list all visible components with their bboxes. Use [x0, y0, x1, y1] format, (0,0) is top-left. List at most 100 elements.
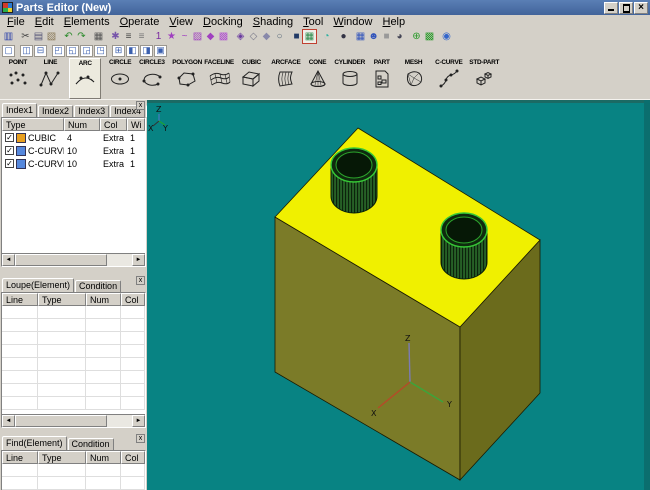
copy-icon[interactable]: ▤ [32, 30, 45, 43]
table-row[interactable]: ✓CUBIC4Extra1 [2, 131, 145, 144]
shield-d-icon[interactable]: ○ [273, 30, 286, 43]
tab-find-element-[interactable]: Find(Element) [2, 436, 67, 450]
shield-b-icon[interactable]: ◇ [247, 30, 260, 43]
column-header-num[interactable]: Num [86, 293, 121, 306]
scene-svg[interactable]: Z Y X Z X Y [147, 100, 650, 490]
tool-circle3-button[interactable]: CIRCLE3 [136, 58, 168, 99]
tool-line-button[interactable]: LINE [34, 58, 66, 99]
scrollbar-track[interactable] [107, 254, 132, 266]
table-row[interactable]: ✓C-CURVE10Extra1 [2, 144, 145, 157]
tool-cone-button[interactable]: CONE [302, 58, 334, 99]
shade-sphere-icon[interactable]: ● [337, 30, 350, 43]
window-layout-b-icon[interactable]: ◱ [66, 45, 79, 57]
mark-one-icon[interactable]: 1 [152, 30, 165, 43]
window-right-pane-icon[interactable]: ◨ [140, 45, 153, 57]
mark-face-icon[interactable]: ▨ [191, 30, 204, 43]
view-dark-icon[interactable]: ■ [290, 30, 303, 43]
window-split-vertical-icon[interactable]: ◫ [20, 45, 33, 57]
tab-index1[interactable]: Index1 [2, 103, 37, 117]
model-viewport[interactable]: Z Y X Z X Y [147, 100, 650, 490]
tool-cubic-button[interactable]: CUBIC [235, 58, 267, 99]
tool-std-part-button[interactable]: STD-PART [468, 58, 500, 99]
shield-a-icon[interactable]: ◈ [234, 30, 247, 43]
menu-item-view[interactable]: View [164, 16, 198, 28]
row-checkbox[interactable]: ✓ [5, 146, 14, 155]
menu-item-shading[interactable]: Shading [248, 16, 298, 28]
row-checkbox[interactable]: ✓ [5, 159, 14, 168]
tool-point-button[interactable]: POINT [2, 58, 34, 99]
column-header-wi[interactable]: Wi [127, 118, 145, 131]
row-checkbox[interactable]: ✓ [5, 133, 14, 142]
index-panel-close-button[interactable]: x [136, 101, 145, 110]
window-single-icon[interactable]: ▢ [2, 45, 15, 57]
tool-arc-button[interactable]: ARC [69, 58, 101, 99]
cut-icon[interactable]: ✂ [19, 30, 32, 43]
list-detail-icon[interactable]: ≡ [135, 30, 148, 43]
loupe-horizontal-scrollbar[interactable]: ◄► [2, 414, 145, 427]
shield-c-icon[interactable]: ◆ [260, 30, 273, 43]
tab-loupe-element-[interactable]: Loupe(Element) [2, 278, 74, 292]
scroll-left-button[interactable]: ◄ [2, 415, 15, 427]
cylinder-boss-right[interactable] [441, 213, 487, 279]
save-icon[interactable]: ▥ [2, 30, 15, 43]
scrollbar-thumb[interactable] [15, 254, 107, 266]
tool-part-button[interactable]: PART [366, 58, 398, 99]
tab-index3[interactable]: Index3 [74, 105, 109, 117]
tool-circle-button[interactable]: CIRCLE [104, 58, 136, 99]
scroll-left-button[interactable]: ◄ [2, 254, 15, 266]
rotate-view-icon[interactable]: ◔ [320, 30, 333, 43]
menu-item-window[interactable]: Window [328, 16, 377, 28]
scrollbar-track[interactable] [107, 415, 132, 427]
column-header-num[interactable]: Num [64, 118, 100, 131]
menu-item-operate[interactable]: Operate [115, 16, 165, 28]
tool-polygon-button[interactable]: POLYGON [171, 58, 203, 99]
plane-view-icon[interactable]: ■ [380, 30, 393, 43]
user-view-icon[interactable]: ☻ [367, 30, 380, 43]
list-icon[interactable]: ≡ [122, 30, 135, 43]
scroll-right-button[interactable]: ► [132, 415, 145, 427]
cylinder-boss-left[interactable] [331, 148, 377, 213]
paste-icon[interactable]: ▧ [45, 30, 58, 43]
column-header-col[interactable]: Col [100, 118, 127, 131]
tool-c-curve-button[interactable]: C-CURVE [433, 58, 465, 99]
mark-solid-icon[interactable]: ◆ [204, 30, 217, 43]
mark-mesh-icon[interactable]: ▩ [217, 30, 230, 43]
find-panel-close-button[interactable]: x [136, 434, 145, 443]
mesh-view-icon[interactable]: ▩ [423, 30, 436, 43]
window-split-horizontal-icon[interactable]: ⊟ [34, 45, 47, 57]
restore-button[interactable] [619, 2, 633, 14]
tool-mesh-button[interactable]: MESH [398, 58, 430, 99]
tree-view-icon[interactable]: ⊕ [410, 30, 423, 43]
column-header-type[interactable]: Type [2, 118, 64, 131]
window-layout-d-icon[interactable]: ◳ [94, 45, 107, 57]
menu-item-file[interactable]: File [2, 16, 30, 28]
window-layout-a-icon[interactable]: ◰ [52, 45, 65, 57]
tool-cylinder-button[interactable]: CYLINDER [334, 58, 366, 99]
tool-arcface-button[interactable]: ARCFACE [270, 58, 302, 99]
menu-item-docking[interactable]: Docking [198, 16, 248, 28]
menu-item-tool[interactable]: Tool [298, 16, 328, 28]
column-header-col[interactable]: Col [121, 293, 145, 306]
redo-icon[interactable]: ↷ [75, 30, 88, 43]
window-top-pane-icon[interactable]: ▣ [154, 45, 167, 57]
tab-index2[interactable]: Index2 [38, 105, 73, 117]
menu-item-edit[interactable]: Edit [30, 16, 59, 28]
view-grid-icon[interactable]: ▦ [303, 30, 316, 43]
help-sphere-icon[interactable]: ◉ [440, 30, 453, 43]
menu-item-elements[interactable]: Elements [59, 16, 115, 28]
close-button[interactable]: × [634, 2, 648, 14]
print-icon[interactable]: ▦ [92, 30, 105, 43]
tab-condition[interactable]: Condition [68, 438, 114, 450]
column-header-type[interactable]: Type [38, 293, 86, 306]
pie-view-icon[interactable]: ◕ [393, 30, 406, 43]
window-left-pane-icon[interactable]: ◧ [126, 45, 139, 57]
minimize-button[interactable] [604, 2, 618, 14]
structure-icon[interactable]: ✱ [109, 30, 122, 43]
window-quad-icon[interactable]: ⊞ [112, 45, 125, 57]
tab-condition[interactable]: Condition [75, 280, 121, 292]
window-layout-c-icon[interactable]: ◲ [80, 45, 93, 57]
column-header-line[interactable]: Line [2, 293, 38, 306]
mark-curve-icon[interactable]: ~ [178, 30, 191, 43]
scroll-right-button[interactable]: ► [132, 254, 145, 266]
loupe-panel-close-button[interactable]: x [136, 276, 145, 285]
